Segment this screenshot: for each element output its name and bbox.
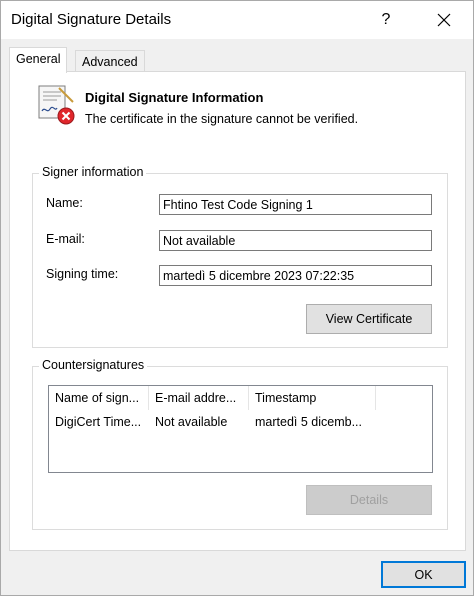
dialog-window: Digital Signature Details ? General Adva… — [0, 0, 474, 596]
details-button[interactable]: Details — [306, 485, 432, 515]
help-button[interactable]: ? — [369, 1, 403, 39]
name-label: Name: — [46, 196, 83, 210]
email-label: E-mail: — [46, 232, 85, 246]
countersignatures-list[interactable]: Name of sign... E-mail addre... Timestam… — [48, 385, 433, 473]
signing-time-label: Signing time: — [46, 267, 119, 281]
column-header-name[interactable]: Name of sign... — [49, 386, 149, 410]
countersignatures-group-label: Countersignatures — [39, 358, 148, 372]
signer-information-group: Signer information Name: Fhtino Test Cod… — [32, 165, 448, 348]
help-icon: ? — [381, 11, 391, 28]
signing-time-field[interactable]: martedì 5 dicembre 2023 07:22:35 — [159, 265, 432, 286]
signer-group-label: Signer information — [39, 165, 147, 179]
certificate-error-icon — [38, 85, 75, 125]
name-field[interactable]: Fhtino Test Code Signing 1 — [159, 194, 432, 215]
column-header-timestamp[interactable]: Timestamp — [249, 386, 376, 410]
column-header-email[interactable]: E-mail addre... — [149, 386, 249, 410]
row-timestamp-cell: martedì 5 dicemb... — [255, 415, 362, 429]
row-name-cell: DigiCert Time... — [55, 415, 142, 429]
email-field[interactable]: Not available — [159, 230, 432, 251]
info-title: Digital Signature Information — [85, 90, 264, 105]
close-icon — [437, 13, 451, 27]
row-email-cell: Not available — [155, 415, 228, 429]
close-button[interactable] — [425, 1, 463, 39]
ok-button[interactable]: OK — [381, 561, 466, 588]
general-panel: Digital Signature Information The certif… — [9, 71, 466, 551]
window-title: Digital Signature Details — [11, 11, 172, 28]
view-certificate-button[interactable]: View Certificate — [306, 304, 432, 334]
title-bar: Digital Signature Details ? — [1, 1, 473, 39]
list-header: Name of sign... E-mail addre... Timestam… — [49, 386, 432, 410]
tab-advanced-label: Advanced — [82, 55, 138, 69]
tab-general-label: General — [16, 52, 61, 66]
tab-general[interactable]: General — [9, 47, 68, 73]
info-subtitle: The certificate in the signature cannot … — [85, 112, 359, 126]
